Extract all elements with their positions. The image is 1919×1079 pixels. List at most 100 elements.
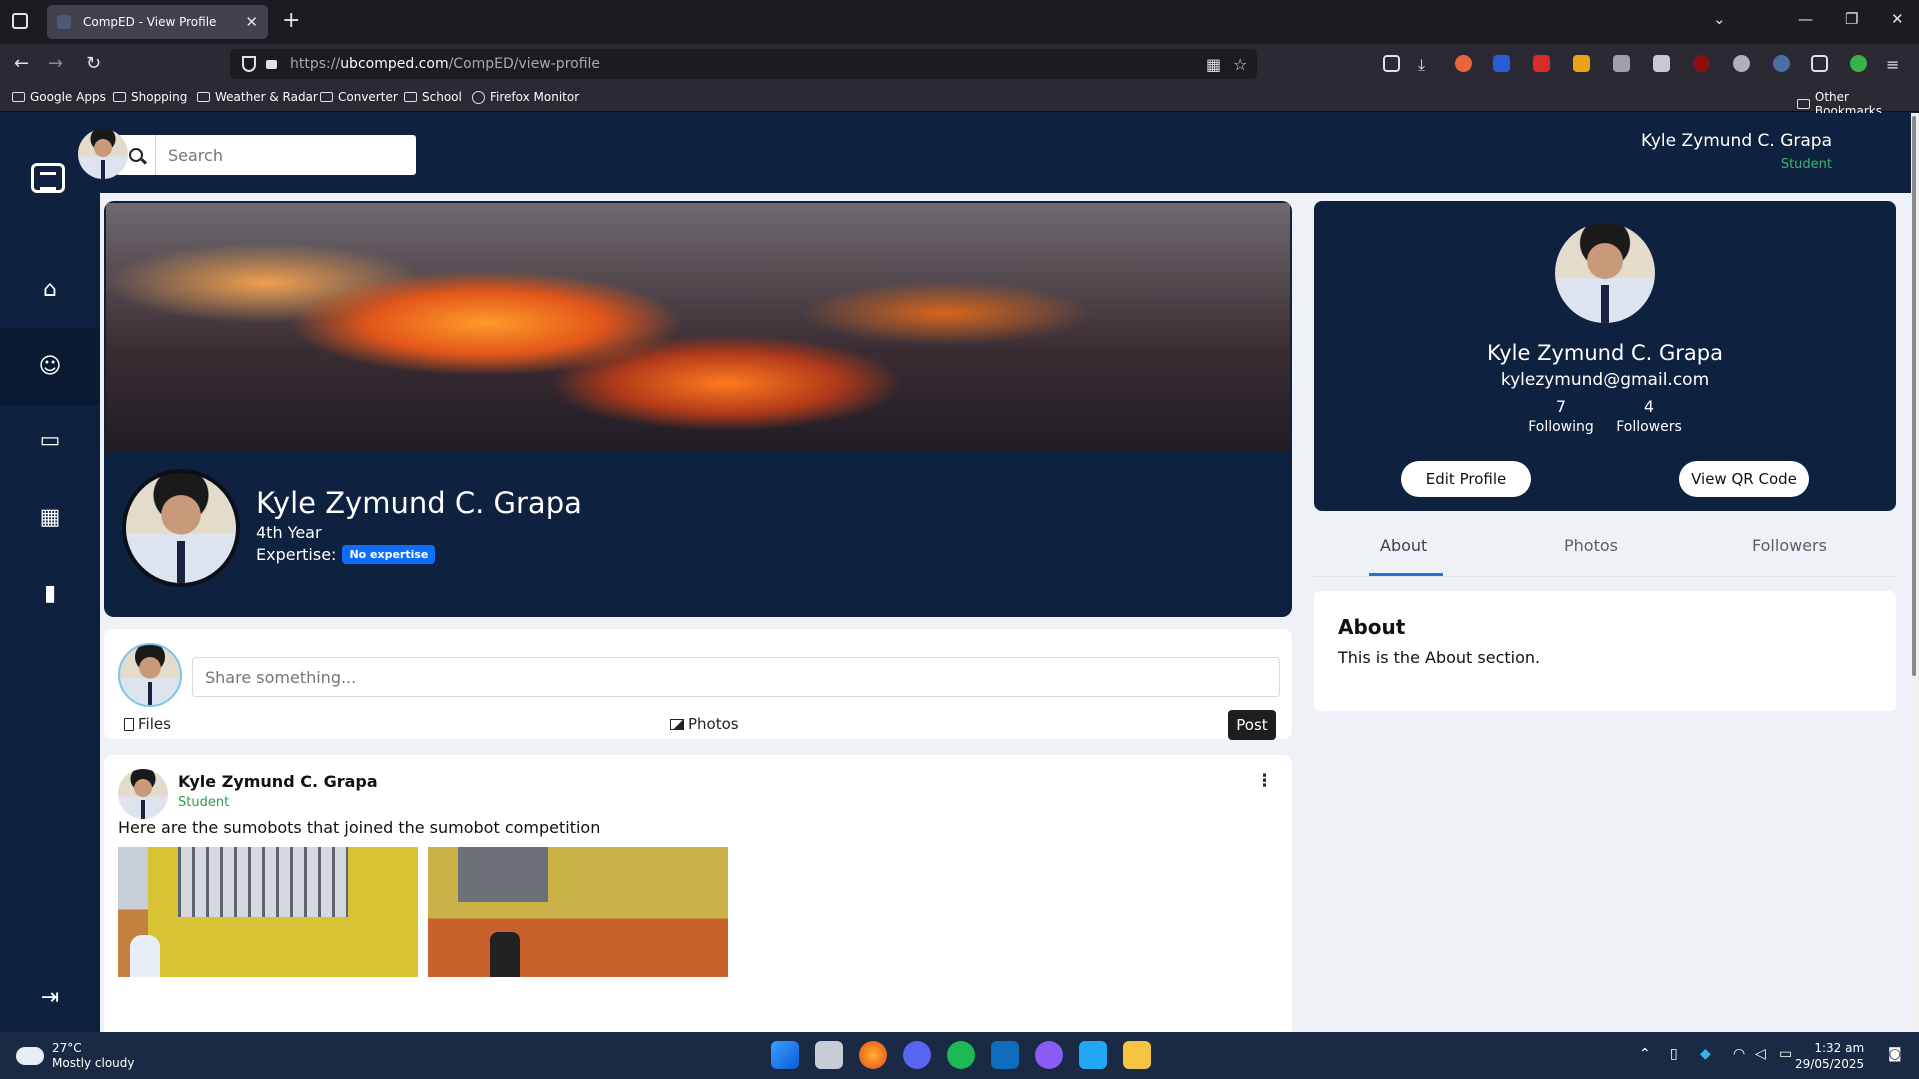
download-icon[interactable]: ⤓ bbox=[1418, 55, 1435, 74]
extension-bitwarden-icon[interactable] bbox=[1493, 55, 1510, 72]
expertise-badge: No expertise bbox=[342, 545, 436, 564]
sidebar-item-home[interactable]: ⌂ bbox=[0, 251, 100, 328]
menu-hamburger-icon[interactable]: ≡ bbox=[1886, 55, 1903, 74]
restore-button[interactable]: ❐ bbox=[1845, 10, 1858, 28]
taskbar: 27°C Mostly cloudy ⌃ ▯ ◆ ◠ ◁ ▭ 1:32 am 2… bbox=[0, 1032, 1919, 1079]
tab-list-icon[interactable] bbox=[12, 13, 28, 29]
profile-cover-card: Kyle Zymund C. Grapa 4th Year Expertise:… bbox=[104, 201, 1292, 617]
new-tab-button[interactable]: + bbox=[282, 8, 300, 33]
qr-code-icon[interactable]: ▦ bbox=[1206, 55, 1221, 74]
vscode-icon[interactable] bbox=[1079, 1041, 1107, 1069]
back-arrow-icon[interactable]: ← bbox=[14, 53, 29, 74]
share-input[interactable] bbox=[192, 657, 1280, 697]
view-qr-code-button[interactable]: View QR Code bbox=[1679, 461, 1809, 497]
header-avatar[interactable] bbox=[78, 129, 128, 179]
browser-tab-bar: CompED - View Profile ✕ + ⌄ — ❐ ✕ bbox=[0, 0, 1919, 44]
file-icon bbox=[124, 717, 134, 731]
discord-icon[interactable] bbox=[903, 1041, 931, 1069]
wifi-icon[interactable]: ◠ bbox=[1733, 1046, 1745, 1062]
sidebar-item-messages[interactable]: ▭ bbox=[0, 402, 100, 479]
tab-followers[interactable]: Followers bbox=[1752, 536, 1827, 555]
globe-icon bbox=[472, 90, 485, 104]
photos-button[interactable]: Photos bbox=[670, 715, 739, 733]
comped-logo-icon[interactable] bbox=[31, 163, 65, 193]
pocket-icon[interactable] bbox=[1383, 55, 1400, 72]
post-photo[interactable] bbox=[118, 847, 418, 977]
expertise-label: Expertise: bbox=[256, 545, 337, 564]
forward-arrow-icon[interactable]: → bbox=[48, 53, 63, 74]
url-bar[interactable]: https:// ubcomped.com /CompED/view-profi… bbox=[230, 49, 1257, 79]
bookmark-label: Firefox Monitor bbox=[490, 90, 580, 104]
tab-close-icon[interactable]: ✕ bbox=[245, 13, 258, 31]
search-input[interactable] bbox=[156, 145, 411, 165]
sidebar: ⌂ ☺ ▭ ▦ ▮ ⇥ bbox=[0, 113, 100, 1032]
post-author-name[interactable]: Kyle Zymund C. Grapa bbox=[178, 772, 378, 791]
minimize-button[interactable]: — bbox=[1798, 10, 1813, 28]
scrollbar-thumb[interactable] bbox=[1912, 116, 1916, 676]
spotify-icon[interactable] bbox=[947, 1041, 975, 1069]
post-options-icon[interactable]: ⋮ bbox=[1256, 771, 1273, 791]
reload-icon[interactable]: ↻ bbox=[86, 53, 101, 74]
browser-tab-active[interactable]: CompED - View Profile ✕ bbox=[47, 5, 268, 39]
post-button[interactable]: Post bbox=[1228, 710, 1276, 740]
clock[interactable]: 1:32 am 29/05/2025 bbox=[1795, 1040, 1864, 1072]
tab-overflow-chevron-icon[interactable]: ⌄ bbox=[1713, 10, 1726, 28]
close-window-button[interactable]: ✕ bbox=[1891, 10, 1904, 28]
tray-chevron-icon[interactable]: ⌃ bbox=[1639, 1046, 1651, 1062]
task-view-icon[interactable] bbox=[815, 1041, 843, 1069]
tab-about[interactable]: About bbox=[1380, 536, 1427, 555]
page-scrollbar[interactable] bbox=[1911, 113, 1919, 1032]
edit-profile-button[interactable]: Edit Profile bbox=[1401, 461, 1531, 497]
sidebar-item-book[interactable]: ▮ bbox=[0, 555, 100, 632]
extension-brave-icon[interactable] bbox=[1455, 55, 1472, 72]
summary-email: kylezymund@gmail.com bbox=[1500, 370, 1710, 390]
sidebar-item-profile[interactable]: ☺ bbox=[0, 328, 100, 405]
extension-barcode-icon[interactable] bbox=[1653, 55, 1670, 72]
bookmark-school[interactable]: School bbox=[404, 90, 462, 104]
lock-icon[interactable] bbox=[266, 60, 277, 69]
firefox-icon[interactable] bbox=[859, 1041, 887, 1069]
profile-tabs: About Photos Followers bbox=[1314, 521, 1896, 577]
extension-shield-icon[interactable] bbox=[1573, 55, 1590, 72]
outlook-icon[interactable] bbox=[991, 1041, 1019, 1069]
extension-globe-icon[interactable] bbox=[1733, 55, 1750, 72]
weather-widget[interactable]: 27°C Mostly cloudy bbox=[12, 1041, 135, 1071]
github-desktop-icon[interactable] bbox=[1035, 1041, 1063, 1069]
tracking-shield-icon[interactable] bbox=[242, 56, 256, 72]
followers-stat[interactable]: 4 Followers bbox=[1604, 397, 1694, 435]
top-bar: Kyle Zymund C. Grapa Student bbox=[78, 113, 1919, 193]
extension-color-icon[interactable] bbox=[1850, 55, 1867, 72]
bookmark-converter[interactable]: Converter bbox=[320, 90, 398, 104]
cover-photo bbox=[106, 203, 1290, 452]
post-author-role: Student bbox=[178, 795, 230, 810]
tab-photos[interactable]: Photos bbox=[1564, 536, 1618, 555]
windows-start-icon[interactable] bbox=[771, 1041, 799, 1069]
post-photo[interactable] bbox=[428, 847, 728, 977]
post-author-avatar[interactable] bbox=[118, 769, 168, 819]
usb-icon[interactable]: ▯ bbox=[1670, 1046, 1678, 1062]
extension-ublock-icon[interactable] bbox=[1693, 55, 1710, 72]
bookmark-shopping[interactable]: Shopping bbox=[113, 90, 187, 104]
bookmark-weather-radar[interactable]: Weather & Radar bbox=[197, 90, 318, 104]
sidebar-item-calendar[interactable]: ▦ bbox=[0, 479, 100, 556]
file-explorer-icon[interactable] bbox=[1123, 1041, 1151, 1069]
header-user-info[interactable]: Kyle Zymund C. Grapa Student bbox=[1641, 131, 1832, 172]
extension-pdf-icon[interactable] bbox=[1533, 55, 1550, 72]
extension-k-icon[interactable] bbox=[1773, 55, 1790, 72]
header-user-role: Student bbox=[1780, 157, 1832, 172]
folder-icon bbox=[404, 92, 417, 102]
bookmark-star-icon[interactable]: ☆ bbox=[1233, 55, 1247, 74]
search-box bbox=[116, 135, 416, 175]
bookmark-label: Converter bbox=[338, 90, 398, 104]
extensions-puzzle-icon[interactable] bbox=[1811, 55, 1828, 72]
battery-icon[interactable]: ▭ bbox=[1779, 1046, 1792, 1062]
bookmark-google-apps[interactable]: Google Apps bbox=[12, 90, 106, 104]
notification-icon[interactable]: ◙ bbox=[1888, 1046, 1902, 1062]
defender-icon[interactable]: ◆ bbox=[1700, 1046, 1711, 1062]
volume-icon[interactable]: ◁ bbox=[1755, 1046, 1766, 1062]
following-stat[interactable]: 7 Following bbox=[1516, 397, 1606, 435]
logout-button[interactable]: ⇥ bbox=[0, 959, 100, 1032]
files-button[interactable]: Files bbox=[124, 715, 171, 733]
bookmark-firefox-monitor[interactable]: Firefox Monitor bbox=[472, 90, 579, 104]
extension-grid-icon[interactable] bbox=[1613, 55, 1630, 72]
